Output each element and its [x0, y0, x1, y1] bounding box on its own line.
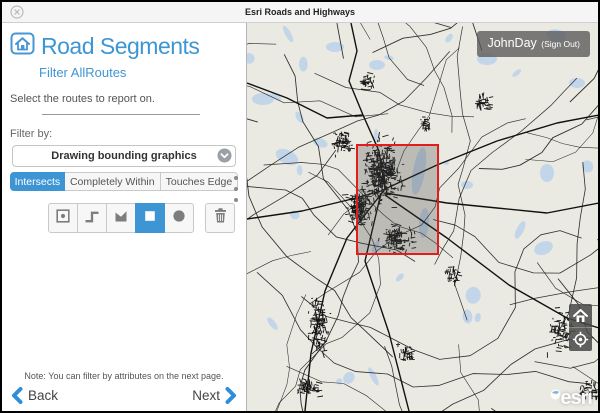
dropdown-selected-value: Drawing bounding graphics	[13, 150, 235, 162]
trash-icon	[212, 207, 229, 229]
home-icon	[10, 32, 35, 60]
polyline-icon	[84, 208, 100, 229]
next-button[interactable]: Next	[192, 387, 237, 404]
tab-completely-within[interactable]: Completely Within	[64, 172, 161, 191]
chevron-down-icon	[217, 148, 232, 163]
page-subtitle: Filter AllRoutes	[39, 65, 246, 80]
rectangle-tool-button[interactable]	[135, 203, 165, 233]
filter-by-label: Filter by:	[10, 128, 238, 140]
chevron-left-icon	[11, 387, 23, 404]
selection-rectangle	[356, 144, 439, 255]
divider	[42, 114, 200, 115]
home-extent-button[interactable]	[569, 304, 592, 327]
panel-note: Note: You can filter by attributes on th…	[2, 371, 246, 381]
back-button[interactable]: Back	[11, 387, 58, 404]
back-label: Back	[28, 388, 58, 403]
draw-tools-toolbar	[48, 203, 246, 233]
map-controls	[569, 304, 592, 351]
circle-icon	[171, 208, 187, 229]
chevron-right-icon	[225, 387, 237, 404]
user-name: JohnDay	[487, 36, 536, 50]
page-title: Road Segments	[41, 33, 199, 60]
polygon-icon	[113, 208, 129, 229]
esri-logo-text: esri	[560, 387, 592, 410]
spatial-relation-tabs: Intersects Completely Within Touches Edg…	[10, 172, 238, 191]
map-canvas[interactable]: JohnDay (Sign Out)	[246, 23, 598, 411]
point-tool-button[interactable]	[48, 203, 78, 233]
wizard-navigation: Back Next	[11, 387, 237, 404]
filter-panel: Road Segments Filter AllRoutes Select th…	[2, 23, 246, 411]
circle-tool-button[interactable]	[164, 203, 194, 233]
rectangle-icon	[142, 208, 158, 229]
panel-resize-handle[interactable]	[234, 176, 240, 202]
home-icon	[573, 309, 588, 323]
app-window: Esri Roads and Highways Road Segments Fi…	[0, 0, 600, 413]
polyline-tool-button[interactable]	[77, 203, 107, 233]
delete-graphics-button[interactable]	[205, 203, 235, 233]
panel-header: Road Segments	[10, 32, 238, 60]
user-sign-out-button[interactable]: JohnDay (Sign Out)	[477, 31, 590, 57]
window-title: Esri Roads and Highways	[2, 2, 598, 22]
filter-method-dropdown[interactable]: Drawing bounding graphics	[12, 145, 236, 167]
panel-description: Select the routes to report on.	[10, 93, 238, 105]
next-label: Next	[192, 388, 220, 403]
title-bar: Esri Roads and Highways	[2, 2, 598, 23]
close-icon[interactable]	[10, 5, 24, 19]
point-icon	[55, 208, 71, 229]
locate-icon	[572, 331, 589, 348]
tab-touches-edge[interactable]: Touches Edge	[160, 172, 238, 191]
polygon-tool-button[interactable]	[106, 203, 136, 233]
sign-out-label: (Sign Out)	[541, 39, 580, 49]
locate-button[interactable]	[569, 327, 592, 351]
esri-logo: esri	[550, 387, 592, 410]
tab-intersects[interactable]: Intersects	[10, 172, 65, 191]
